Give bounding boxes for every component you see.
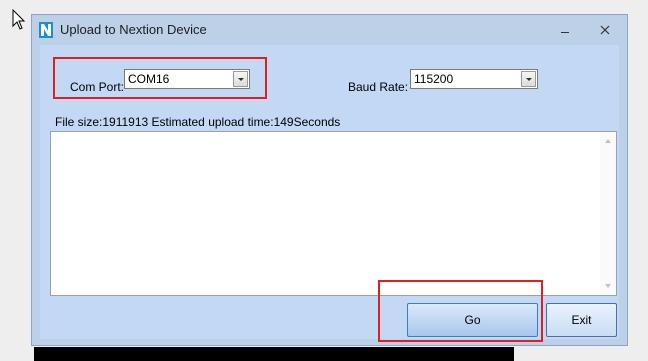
window-title: Upload to Nextion Device [60,22,207,37]
screen: Upload to Nextion Device Com Port: COM16… [0,0,648,361]
close-icon[interactable] [592,21,618,39]
chevron-down-icon[interactable] [521,71,536,87]
baud-rate-value: 115200 [414,72,454,86]
go-button-highlight [378,280,543,342]
com-port-highlight [53,57,267,99]
scroll-up-icon[interactable] [605,139,611,143]
baud-rate-select[interactable]: 115200 [410,69,538,89]
minimize-icon[interactable] [552,21,578,39]
taskbar-strip [34,347,514,361]
title-bar[interactable]: Upload to Nextion Device [32,15,627,45]
scroll-down-icon[interactable] [605,284,611,288]
nextion-logo-icon [39,22,53,38]
baud-rate-label: Baud Rate: [348,80,409,94]
exit-button[interactable]: Exit [546,303,617,337]
mouse-pointer-icon [12,9,26,30]
file-info-text: File size:1911913 Estimated upload time:… [55,115,341,129]
log-scrollbar[interactable] [600,132,616,295]
upload-log-textarea[interactable] [50,131,617,296]
